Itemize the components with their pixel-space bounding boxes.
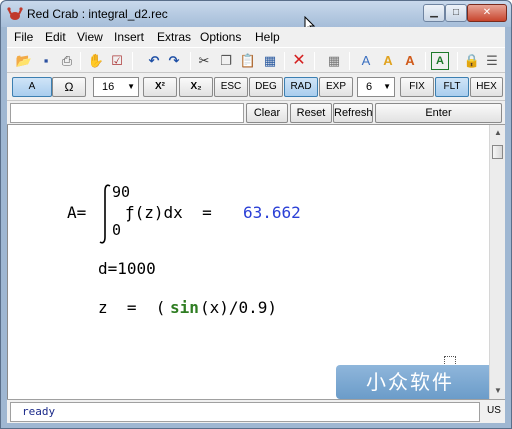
deg-button[interactable]: DEG (249, 77, 283, 97)
toolbar-separator (284, 52, 285, 70)
lock-icon[interactable]: 🔒 (463, 52, 481, 70)
toolbar-separator (425, 52, 426, 70)
watermark-text: 小众软件 (366, 370, 454, 394)
title-bar[interactable]: Red Crab : integral_d2.rec ▁ □ ✕ (1, 1, 511, 27)
paste-icon[interactable]: 📋 (239, 52, 257, 70)
text-mode-button[interactable]: A (12, 77, 52, 97)
menu-view[interactable]: View (77, 30, 103, 44)
chevron-down-icon: ▼ (127, 82, 135, 91)
scroll-down-icon[interactable]: ▼ (490, 383, 506, 399)
exp-button[interactable]: EXP (319, 77, 353, 97)
precision-value: 6 (366, 81, 373, 93)
main-toolbar: 📂 ▪ ⎙ ✋ ☑ ↶ ↷ ✂ ❐ 📋 ▦ ✕ ▦ A A A A 🔒 ☰ (7, 47, 505, 73)
status-text: ready (10, 402, 480, 422)
menu-insert[interactable]: Insert (114, 30, 144, 44)
window-title: Red Crab : integral_d2.rec (27, 7, 168, 21)
mode-toolbar: A Ω 16 ▼ X² X₂ ESC DEG RAD EXP 6 ▼ FIX F… (7, 73, 505, 101)
undo-icon[interactable]: ↶ (145, 52, 163, 70)
menu-extras[interactable]: Extras (157, 30, 191, 44)
text-box-icon[interactable]: A (431, 52, 449, 70)
scroll-thumb[interactable] (492, 145, 503, 159)
open-icon[interactable]: 📂 (15, 52, 33, 70)
upper-limit: 90 (112, 183, 131, 201)
save-icon[interactable]: ▪ (37, 52, 55, 70)
font-size-value: 16 (102, 81, 115, 93)
fix-button[interactable]: FIX (400, 77, 434, 97)
integrand: ƒ(z)dx = (125, 203, 212, 222)
symbol-button[interactable]: Ω (52, 77, 86, 97)
integral-lhs: A= (67, 203, 87, 222)
command-input[interactable] (10, 103, 244, 123)
status-bar: ready US (7, 399, 505, 423)
checklist-icon[interactable]: ☑ (108, 52, 126, 70)
toolbar-separator (190, 52, 191, 70)
toolbar-separator (349, 52, 350, 70)
integral-sign (99, 184, 111, 244)
chevron-down-icon: ▼ (383, 82, 391, 91)
flt-button[interactable]: FLT (435, 77, 469, 97)
table-icon[interactable]: ▦ (261, 52, 279, 70)
subscript-button[interactable]: X₂ (179, 77, 213, 97)
reset-button[interactable]: Reset (290, 103, 332, 123)
menu-bar: File Edit View Insert Extras Options Hel… (7, 27, 505, 47)
lower-limit: 0 (112, 221, 122, 239)
esc-button[interactable]: ESC (214, 77, 248, 97)
toolbar-separator (80, 52, 81, 70)
superscript-button[interactable]: X² (143, 77, 177, 97)
hex-button[interactable]: HEX (470, 77, 503, 97)
font-style-icon[interactable]: A (379, 52, 397, 70)
maximize-button[interactable]: □ (445, 4, 467, 22)
list-icon[interactable]: ☰ (483, 52, 501, 70)
scroll-up-icon[interactable]: ▲ (490, 125, 506, 141)
definition-z-suffix: (x)/0.9) (200, 298, 278, 317)
toolbar-separator (132, 52, 133, 70)
rad-button[interactable]: RAD (284, 77, 318, 97)
menu-options[interactable]: Options (200, 30, 241, 44)
font-color-icon[interactable]: A (357, 52, 375, 70)
app-window: Red Crab : integral_d2.rec ▁ □ ✕ File Ed… (0, 0, 512, 429)
enter-button[interactable]: Enter (375, 103, 502, 123)
redo-icon[interactable]: ↷ (165, 52, 183, 70)
function-sin: sin (170, 298, 199, 317)
keyboard-language: US (487, 405, 501, 416)
toolbar-separator (314, 52, 315, 70)
result-value: 63.662 (243, 203, 301, 222)
action-bar: Clear Reset Refresh Enter (7, 101, 505, 125)
refresh-button[interactable]: Refresh (333, 103, 373, 123)
definition-z-prefix: z = ( (98, 298, 166, 317)
clear-button[interactable]: Clear (246, 103, 288, 123)
font-size-icon[interactable]: A (401, 52, 419, 70)
menu-help[interactable]: Help (255, 30, 280, 44)
menu-file[interactable]: File (14, 30, 33, 44)
crab-icon (7, 7, 23, 20)
precision-select[interactable]: 6 ▼ (357, 77, 395, 97)
grid-icon[interactable]: ▦ (325, 52, 343, 70)
menu-edit[interactable]: Edit (45, 30, 66, 44)
delete-icon[interactable]: ✕ (290, 52, 308, 70)
close-button[interactable]: ✕ (467, 4, 507, 22)
copy-icon[interactable]: ❐ (217, 52, 235, 70)
watermark-logo: 小众软件 › (336, 365, 502, 399)
font-size-select[interactable]: 16 ▼ (93, 77, 139, 97)
print-icon[interactable]: ⎙ (58, 52, 76, 70)
worksheet[interactable]: A= 90 0 ƒ(z)dx = 63.662 d=1000 z = ( sin… (7, 125, 505, 399)
minimize-button[interactable]: ▁ (423, 4, 445, 22)
vertical-scrollbar[interactable]: ▲ ▼ (489, 125, 505, 399)
cut-icon[interactable]: ✂ (195, 52, 213, 70)
toolbar-separator (457, 52, 458, 70)
hand-icon[interactable]: ✋ (87, 52, 105, 70)
definition-d: d=1000 (98, 259, 156, 278)
